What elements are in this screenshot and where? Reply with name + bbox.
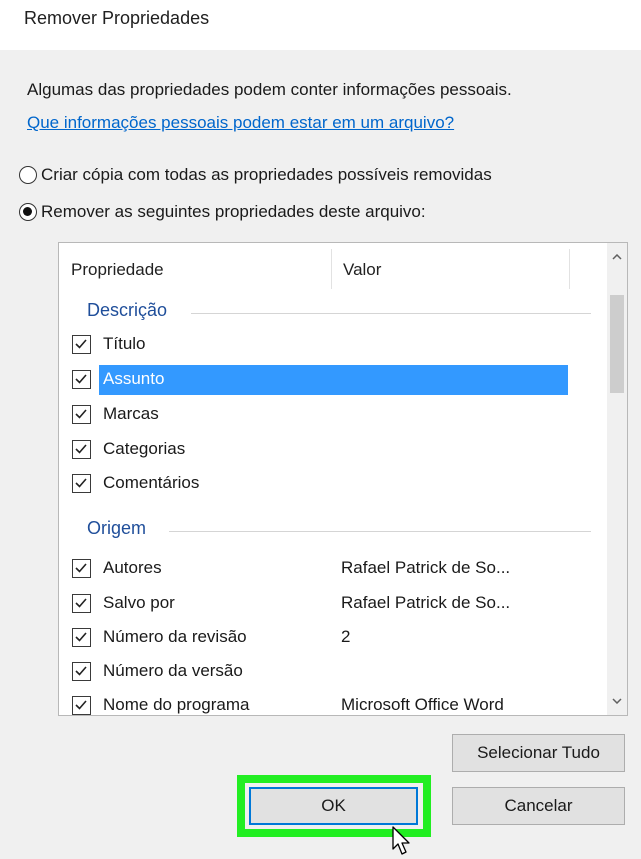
properties-list[interactable]: Propriedade Valor Descrição Título Assun… <box>58 242 628 716</box>
group-divider <box>191 313 591 314</box>
list-item[interactable]: Salvo por Rafael Patrick de So... <box>59 587 607 621</box>
checkbox-checked[interactable] <box>72 628 91 647</box>
dialog-body: Algumas das propriedades podem conter in… <box>0 50 641 859</box>
mouse-cursor-icon <box>392 826 410 855</box>
radio-create-copy-label: Criar cópia com todas as propriedades po… <box>41 165 492 184</box>
checkbox-checked[interactable] <box>72 474 91 493</box>
column-header-property[interactable]: Propriedade <box>71 260 164 280</box>
ok-button[interactable]: OK <box>249 787 418 825</box>
property-name: Número da versão <box>103 661 243 680</box>
radio-remove-properties-label: Remover as seguintes propriedades deste … <box>41 202 426 221</box>
list-item[interactable]: Nome do programa Microsoft Office Word <box>59 689 607 715</box>
scroll-down-button[interactable] <box>607 689 627 713</box>
scroll-thumb[interactable] <box>610 295 624 393</box>
list-item[interactable]: Título <box>59 328 607 362</box>
personal-info-link[interactable]: Que informações pessoais podem estar em … <box>27 113 454 133</box>
property-name: Número da revisão <box>103 627 247 646</box>
column-separator[interactable] <box>331 249 332 289</box>
title-bar: Remover Propriedades <box>0 0 641 50</box>
column-separator[interactable] <box>569 249 570 289</box>
checkbox-checked[interactable] <box>72 440 91 459</box>
radio-remove-properties[interactable]: Remover as seguintes propriedades deste … <box>19 200 426 224</box>
property-name: Título <box>103 334 146 353</box>
radio-circle[interactable] <box>19 166 37 184</box>
group-divider <box>169 531 591 532</box>
chevron-down-icon <box>612 698 622 704</box>
chevron-up-icon <box>612 254 622 260</box>
scroll-up-button[interactable] <box>607 245 627 269</box>
list-header: Propriedade Valor <box>59 243 607 298</box>
property-value: Rafael Patrick de So... <box>341 558 511 577</box>
property-name: Comentários <box>103 473 200 492</box>
property-value: Rafael Patrick de So... <box>341 593 511 612</box>
checkbox-checked[interactable] <box>72 370 91 389</box>
radio-create-copy[interactable]: Criar cópia com todas as propriedades po… <box>19 163 492 187</box>
checkbox-checked[interactable] <box>72 662 91 681</box>
select-all-button[interactable]: Selecionar Tudo <box>452 734 625 772</box>
info-text: Algumas das propriedades podem conter in… <box>27 80 512 99</box>
column-header-value[interactable]: Valor <box>343 260 381 280</box>
property-value: Microsoft Office Word <box>341 695 504 714</box>
property-name: Salvo por <box>103 593 175 612</box>
list-item[interactable]: Comentários <box>59 467 607 501</box>
radio-circle-checked[interactable] <box>19 203 37 221</box>
group-title-origin: Origem <box>87 518 147 538</box>
list-item[interactable]: Autores Rafael Patrick de So... <box>59 552 607 586</box>
cancel-button[interactable]: Cancelar <box>452 787 625 825</box>
property-name: Assunto <box>103 369 165 388</box>
checkbox-checked[interactable] <box>72 696 91 715</box>
list-item[interactable]: Número da versão <box>59 655 607 689</box>
list-item[interactable]: Marcas <box>59 398 607 432</box>
property-name: Autores <box>103 558 162 577</box>
list-item[interactable]: Número da revisão 2 <box>59 621 607 655</box>
selection-highlight <box>99 365 568 395</box>
list-item-selected[interactable]: Assunto <box>59 363 607 397</box>
list-item[interactable]: Categorias <box>59 433 607 467</box>
checkbox-checked[interactable] <box>72 335 91 354</box>
property-name: Nome do programa <box>103 695 250 714</box>
property-name: Marcas <box>103 404 159 423</box>
checkbox-checked[interactable] <box>72 594 91 613</box>
window-title: Remover Propriedades <box>24 8 210 28</box>
property-name: Categorias <box>103 439 186 458</box>
property-value: 2 <box>341 627 351 646</box>
group-title-description: Descrição <box>87 300 168 320</box>
checkbox-checked[interactable] <box>72 405 91 424</box>
checkbox-checked[interactable] <box>72 559 91 578</box>
vertical-scrollbar[interactable] <box>607 243 627 715</box>
